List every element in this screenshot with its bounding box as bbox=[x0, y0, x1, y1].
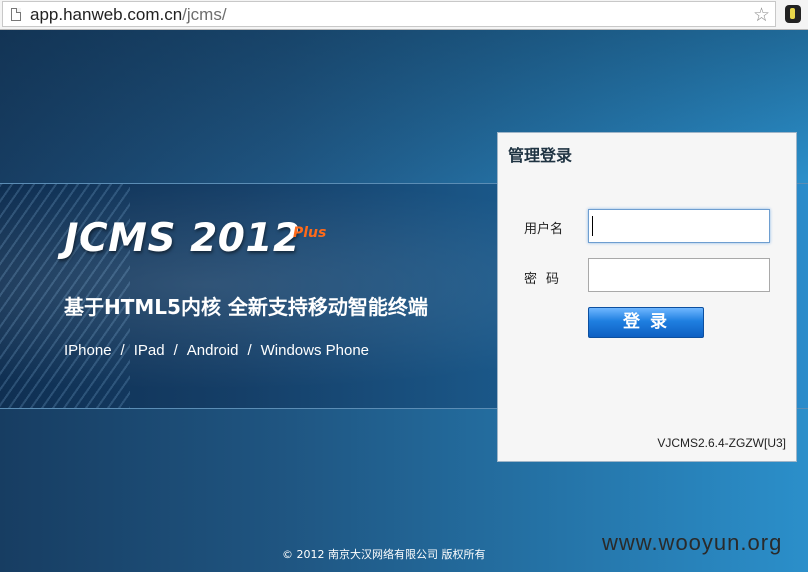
url-host: app.hanweb.com.cn bbox=[30, 5, 183, 24]
product-title: JCMS 2012 bbox=[64, 216, 301, 261]
platform-iphone: IPhone bbox=[64, 342, 112, 359]
extension-icon[interactable] bbox=[785, 5, 801, 23]
username-label: 用户名 bbox=[524, 222, 564, 237]
username-input[interactable] bbox=[588, 209, 770, 243]
address-bar[interactable]: app.hanweb.com.cn/jcms/ ☆ bbox=[2, 1, 776, 27]
copyright-text: © 2012 南京大汉网络有限公司 版权所有 bbox=[282, 548, 486, 561]
platform-ipad: IPad bbox=[133, 342, 165, 359]
browser-toolbar: app.hanweb.com.cn/jcms/ ☆ bbox=[0, 0, 808, 30]
platform-separator: / bbox=[120, 342, 125, 359]
login-title: 管理登录 bbox=[508, 146, 573, 165]
platform-separator: / bbox=[173, 342, 178, 359]
bookmark-star-icon[interactable]: ☆ bbox=[753, 4, 770, 26]
login-page: JCMS 2012 Plus 基于HTML5内核 全新支持移动智能终端 IPho… bbox=[0, 30, 808, 572]
platform-list: IPhone / IPad / Android / Windows Phone bbox=[64, 342, 369, 359]
plus-badge: Plus bbox=[293, 225, 327, 241]
page-icon bbox=[11, 8, 21, 21]
password-input[interactable] bbox=[588, 258, 770, 292]
login-panel: 管理登录 用户名 密码 登录 VJCMS2.6.4-ZGZW[U3] bbox=[497, 132, 797, 462]
password-label: 密码 bbox=[524, 272, 569, 287]
login-button[interactable]: 登录 bbox=[588, 307, 704, 338]
text-cursor bbox=[592, 216, 593, 236]
platform-windows-phone: Windows Phone bbox=[260, 342, 370, 359]
platform-separator: / bbox=[247, 342, 252, 359]
version-text: VJCMS2.6.4-ZGZW[U3] bbox=[657, 436, 786, 450]
url-path: /jcms/ bbox=[182, 5, 227, 24]
product-subtitle: 基于HTML5内核 全新支持移动智能终端 bbox=[64, 295, 428, 319]
url-text[interactable]: app.hanweb.com.cn/jcms/ bbox=[30, 5, 227, 25]
platform-android: Android bbox=[186, 342, 239, 359]
watermark-text: www.wooyun.org bbox=[602, 530, 783, 555]
